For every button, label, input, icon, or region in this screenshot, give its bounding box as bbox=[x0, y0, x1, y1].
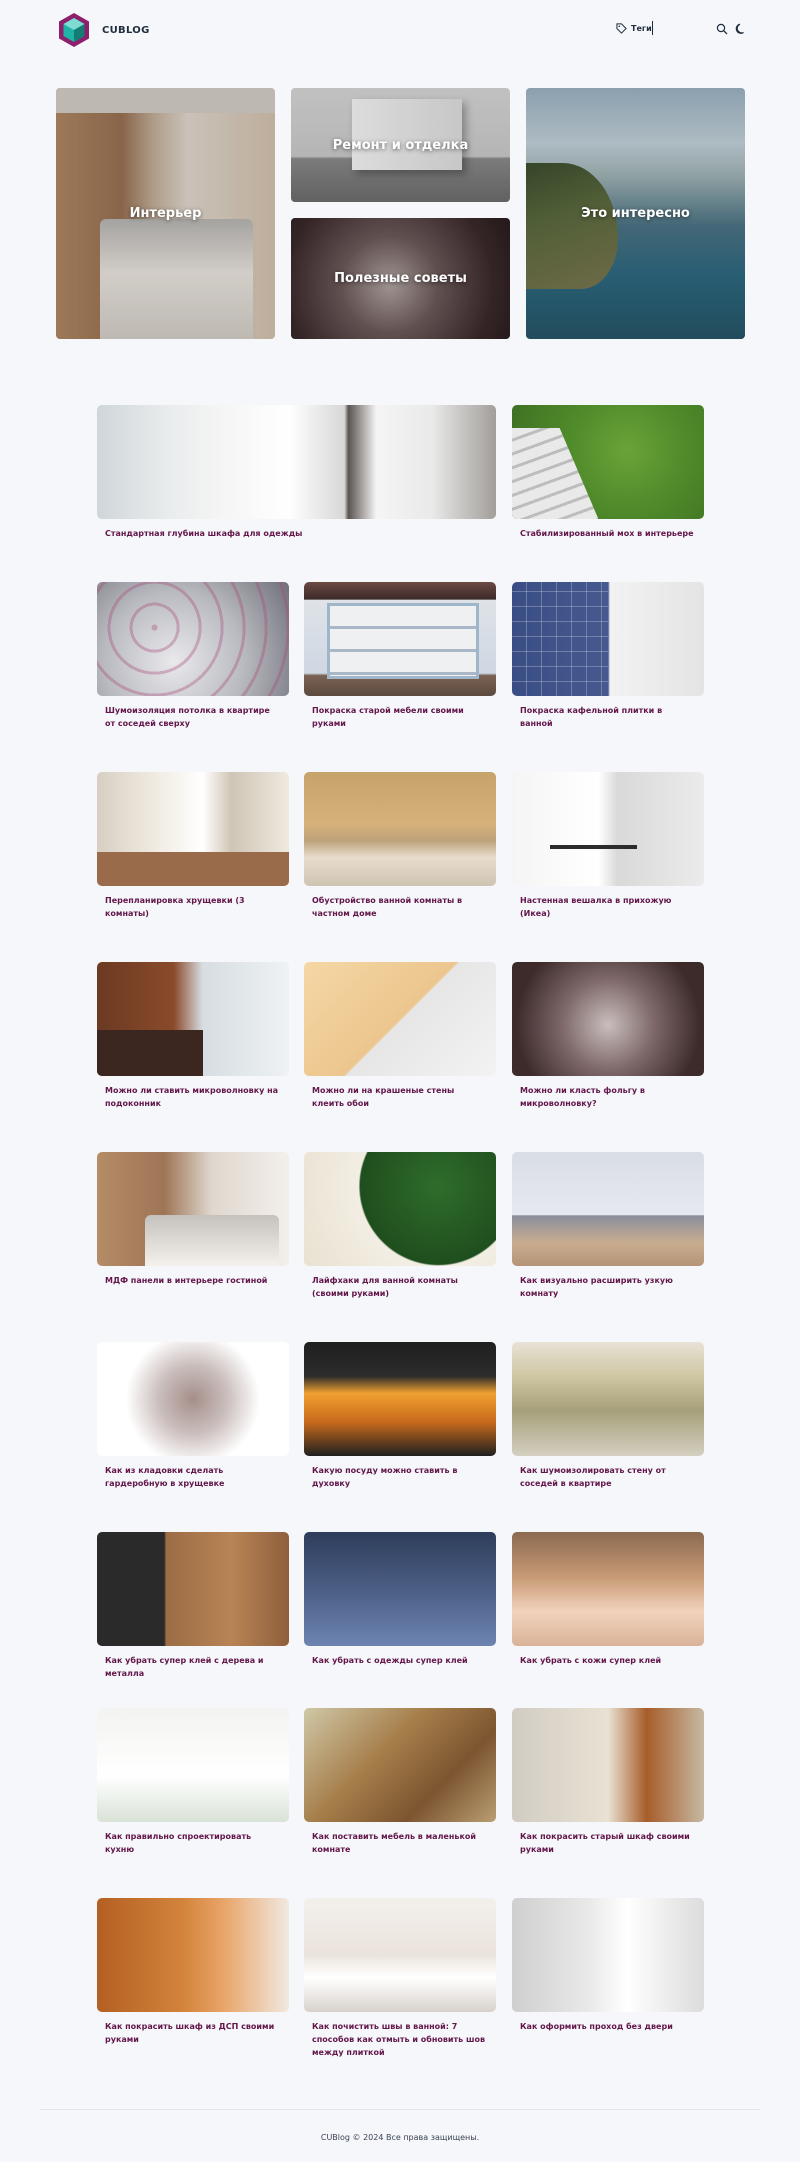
post-title[interactable]: Как визуально расширить узкую комнату bbox=[512, 1274, 704, 1300]
tags-label: Теги bbox=[631, 24, 652, 33]
post-title[interactable]: Перепланировка хрущевки (3 комнаты) bbox=[97, 894, 289, 920]
header-divider bbox=[652, 21, 653, 35]
post-card[interactable]: Как шумоизолировать стену от соседей в к… bbox=[512, 1342, 704, 1490]
post-title[interactable]: Настенная вешалка в прихожую (Икеа) bbox=[512, 894, 704, 920]
post-image[interactable] bbox=[304, 1152, 496, 1266]
category-label: Это интересно bbox=[581, 206, 690, 221]
post-image[interactable] bbox=[304, 1708, 496, 1822]
post-card[interactable]: Настенная вешалка в прихожую (Икеа) bbox=[512, 772, 704, 920]
post-card[interactable]: Как почистить швы в ванной: 7 способов к… bbox=[304, 1898, 496, 2059]
post-image[interactable] bbox=[512, 582, 704, 696]
post-card[interactable]: МДФ панели в интерьере гостиной bbox=[97, 1152, 289, 1287]
post-title[interactable]: Лайфхаки для ванной комнаты (своими рука… bbox=[304, 1274, 496, 1300]
post-image[interactable] bbox=[512, 1532, 704, 1646]
post-image[interactable] bbox=[512, 772, 704, 886]
post-card[interactable]: Стабилизированный мох в интерьере bbox=[512, 405, 704, 540]
post-image[interactable] bbox=[304, 1532, 496, 1646]
post-title[interactable]: Можно ли ставить микроволновку на подоко… bbox=[97, 1084, 289, 1110]
post-card[interactable]: Как визуально расширить узкую комнату bbox=[512, 1152, 704, 1300]
post-card[interactable]: Какую посуду можно ставить в духовку bbox=[304, 1342, 496, 1490]
post-title[interactable]: Как из кладовки сделать гардеробную в хр… bbox=[97, 1464, 289, 1490]
post-image[interactable] bbox=[97, 1532, 289, 1646]
post-title[interactable]: Какую посуду можно ставить в духовку bbox=[304, 1464, 496, 1490]
logo-cube-icon bbox=[59, 13, 89, 47]
footer-divider bbox=[40, 2109, 760, 2110]
post-image[interactable] bbox=[97, 962, 289, 1076]
post-card[interactable]: Перепланировка хрущевки (3 комнаты) bbox=[97, 772, 289, 920]
post-card[interactable]: Как убрать супер клей с дерева и металла bbox=[97, 1532, 289, 1680]
post-card[interactable]: Как убрать с одежды супер клей bbox=[304, 1532, 496, 1667]
post-image[interactable] bbox=[304, 962, 496, 1076]
post-image[interactable] bbox=[97, 582, 289, 696]
post-card[interactable]: Шумоизоляция потолка в квартире от сосед… bbox=[97, 582, 289, 730]
post-card[interactable]: Как оформить проход без двери bbox=[512, 1898, 704, 2033]
logo-link[interactable]: CUBLOG bbox=[56, 12, 150, 48]
post-image[interactable] bbox=[97, 1342, 289, 1456]
post-title[interactable]: Как шумоизолировать стену от соседей в к… bbox=[512, 1464, 704, 1490]
post-card[interactable]: Можно ли класть фольгу в микроволновку? bbox=[512, 962, 704, 1110]
post-title[interactable]: Покраска кафельной плитки в ванной bbox=[512, 704, 704, 730]
post-card[interactable]: Лайфхаки для ванной комнаты (своими рука… bbox=[304, 1152, 496, 1300]
post-image[interactable] bbox=[97, 1898, 289, 2012]
post-image[interactable] bbox=[512, 1342, 704, 1456]
post-image[interactable] bbox=[97, 1708, 289, 1822]
post-title[interactable]: Как правильно спроектировать кухню bbox=[97, 1830, 289, 1856]
post-card[interactable]: Как покрасить шкаф из ДСП своими руками bbox=[97, 1898, 289, 2046]
post-card[interactable]: Как правильно спроектировать кухню bbox=[97, 1708, 289, 1856]
footer-copyright: CUBlog © 2024 Все права защищены. bbox=[320, 2133, 480, 2142]
category-card-tips[interactable]: Полезные советы bbox=[291, 218, 510, 339]
post-title[interactable]: Как убрать супер клей с дерева и металла bbox=[97, 1654, 289, 1680]
post-card[interactable]: Покраска кафельной плитки в ванной bbox=[512, 582, 704, 730]
post-image[interactable] bbox=[97, 405, 496, 519]
post-title[interactable]: Как почистить швы в ванной: 7 способов к… bbox=[304, 2020, 496, 2059]
logo-text: CUBLOG bbox=[102, 24, 150, 36]
category-label: Полезные советы bbox=[334, 271, 467, 286]
site-header: CUBLOG Теги bbox=[0, 0, 800, 60]
post-title[interactable]: Стабилизированный мох в интерьере bbox=[512, 527, 704, 540]
post-title[interactable]: Как поставить мебель в маленькой комнате bbox=[304, 1830, 496, 1856]
post-image[interactable] bbox=[97, 772, 289, 886]
post-title[interactable]: Как оформить проход без двери bbox=[512, 2020, 704, 2033]
post-title[interactable]: Как покрасить шкаф из ДСП своими руками bbox=[97, 2020, 289, 2046]
post-card[interactable]: Как покрасить старый шкаф своими руками bbox=[512, 1708, 704, 1856]
category-label: Ремонт и отделка bbox=[332, 137, 469, 153]
category-card-repair[interactable]: Ремонт и отделка bbox=[291, 88, 510, 202]
post-card[interactable]: Можно ли ставить микроволновку на подоко… bbox=[97, 962, 289, 1110]
tags-link[interactable]: Теги bbox=[616, 23, 652, 34]
post-image[interactable] bbox=[512, 962, 704, 1076]
category-card-interior[interactable]: Интерьер bbox=[56, 88, 275, 339]
post-title[interactable]: Как убрать с кожи супер клей bbox=[512, 1654, 704, 1667]
post-title[interactable]: Можно ли класть фольгу в микроволновку? bbox=[512, 1084, 704, 1110]
post-image[interactable] bbox=[512, 405, 704, 519]
post-card[interactable]: Как поставить мебель в маленькой комнате bbox=[304, 1708, 496, 1856]
post-image[interactable] bbox=[304, 582, 496, 696]
post-title[interactable]: Стандартная глубина шкафа для одежды bbox=[97, 527, 496, 540]
post-card[interactable]: Обустройство ванной комнаты в частном до… bbox=[304, 772, 496, 920]
post-card[interactable]: Можно ли на крашеные стены клеить обои bbox=[304, 962, 496, 1110]
post-image[interactable] bbox=[512, 1708, 704, 1822]
post-title[interactable]: Шумоизоляция потолка в квартире от сосед… bbox=[97, 704, 289, 730]
category-label: Интерьер bbox=[129, 206, 202, 221]
post-card[interactable]: Как из кладовки сделать гардеробную в хр… bbox=[97, 1342, 289, 1490]
moon-icon[interactable] bbox=[735, 23, 747, 35]
post-title[interactable]: МДФ панели в интерьере гостиной bbox=[97, 1274, 289, 1287]
post-card[interactable]: Покраска старой мебели своими руками bbox=[304, 582, 496, 730]
post-card[interactable]: Стандартная глубина шкафа для одежды bbox=[97, 405, 496, 540]
post-image[interactable] bbox=[304, 1342, 496, 1456]
post-image[interactable] bbox=[304, 1898, 496, 2012]
post-title[interactable]: Обустройство ванной комнаты в частном до… bbox=[304, 894, 496, 920]
post-title[interactable]: Можно ли на крашеные стены клеить обои bbox=[304, 1084, 496, 1110]
tag-icon bbox=[616, 23, 627, 34]
category-card-interesting[interactable]: Это интересно bbox=[526, 88, 745, 339]
post-image[interactable] bbox=[97, 1152, 289, 1266]
search-icon[interactable] bbox=[716, 23, 728, 35]
post-title[interactable]: Как убрать с одежды супер клей bbox=[304, 1654, 496, 1667]
post-image[interactable] bbox=[512, 1152, 704, 1266]
post-image[interactable] bbox=[304, 772, 496, 886]
post-title[interactable]: Покраска старой мебели своими руками bbox=[304, 704, 496, 730]
post-image[interactable] bbox=[512, 1898, 704, 2012]
post-title[interactable]: Как покрасить старый шкаф своими руками bbox=[512, 1830, 704, 1856]
post-card[interactable]: Как убрать с кожи супер клей bbox=[512, 1532, 704, 1667]
